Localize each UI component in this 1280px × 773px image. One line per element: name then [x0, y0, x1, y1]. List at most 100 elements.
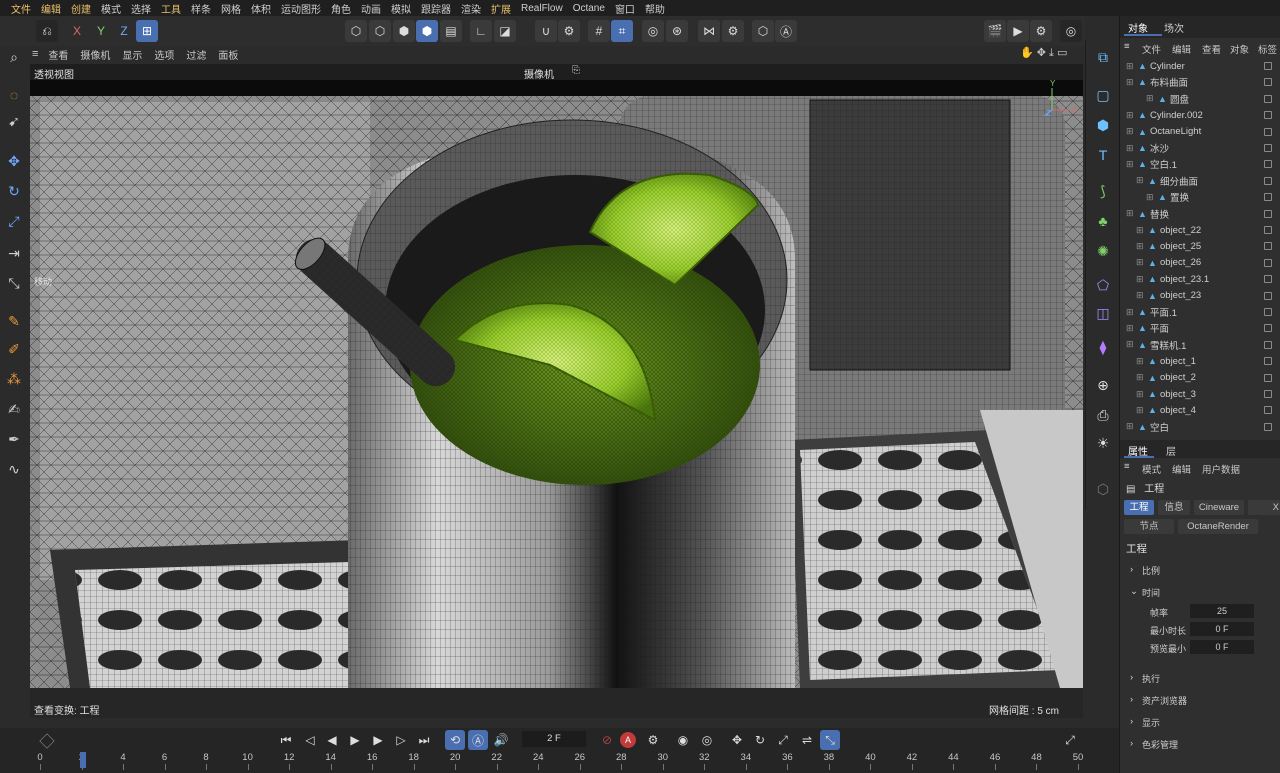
timeline-mode-icon[interactable]: Ⓐ [468, 730, 488, 750]
camera-link-icon[interactable]: ⎘ [572, 65, 580, 76]
expand-icon[interactable]: ⊞ [1136, 405, 1144, 416]
object-row[interactable]: ⊞ ▲ 替换 [1120, 206, 1280, 222]
transfer-tool-icon[interactable]: ⇥ [3, 242, 25, 264]
expand-icon[interactable]: ⊞ [1126, 143, 1134, 154]
menu-item-13[interactable]: 跟踪器 [416, 1, 456, 16]
visibility-toggle[interactable] [1264, 340, 1272, 349]
viewport-menu-item-3[interactable]: 选项 [148, 47, 180, 62]
expand-icon[interactable]: ⊞ [1146, 192, 1154, 203]
menu-item-16[interactable]: RealFlow [516, 3, 568, 14]
points-mode-icon[interactable]: ⬡ [369, 20, 391, 42]
camera-icon[interactable]: ⎙ [1092, 404, 1114, 426]
hamburger-icon[interactable]: ≡ [1124, 41, 1130, 52]
fps-input[interactable]: 25 [1190, 604, 1254, 618]
visibility-toggle[interactable] [1264, 308, 1272, 316]
next-frame-icon[interactable]: ▶ [368, 730, 388, 750]
expand-icon[interactable]: ⊞ [1136, 290, 1144, 301]
menu-item-10[interactable]: 角色 [326, 1, 356, 16]
rectangle-spline-icon[interactable]: ▢ [1092, 84, 1114, 106]
expand-icon[interactable]: ⊞ [1126, 208, 1134, 219]
om-menu-object[interactable]: 对象 [1230, 42, 1249, 56]
expand-icon[interactable]: ⊞ [1146, 93, 1154, 104]
visibility-toggle[interactable] [1264, 324, 1272, 333]
viewport-menu-item-2[interactable]: 显示 [116, 47, 148, 62]
om-menu-view[interactable]: 查看 [1202, 42, 1221, 56]
object-row[interactable]: ⊞ ▲ object_1 [1120, 353, 1280, 369]
playhead[interactable] [80, 752, 86, 768]
group-color-management[interactable]: › 色彩管理 [1120, 734, 1280, 754]
expand-icon[interactable]: ⊞ [1136, 257, 1144, 268]
viewport-menu-item-1[interactable]: 摄像机 [74, 47, 116, 62]
visibility-toggle[interactable] [1264, 94, 1272, 103]
cloner-icon[interactable]: ♣ [1092, 210, 1114, 232]
attr-menu-edit[interactable]: 编辑 [1172, 462, 1191, 476]
expand-icon[interactable]: ⊞ [1136, 225, 1144, 236]
sketch-tool-icon[interactable]: ✐ [3, 338, 25, 360]
play-icon[interactable]: ▶ [345, 730, 365, 750]
visibility-toggle[interactable] [1264, 258, 1272, 267]
object-row[interactable]: ⊞ ▲ 冰沙 [1120, 140, 1280, 156]
deformer-icon[interactable]: ⬠ [1092, 274, 1114, 296]
object-row[interactable]: ⊞ ▲ object_2 [1120, 370, 1280, 386]
viewport-navigation-icons[interactable]: ✋ ✥ ⤓ ▭ [1020, 46, 1067, 60]
expand-icon[interactable]: ⊞ [1126, 159, 1134, 170]
placement-tool-icon[interactable]: ⤡ [3, 272, 25, 294]
expand-icon[interactable]: ⊞ [1126, 110, 1134, 121]
visibility-toggle[interactable] [1264, 275, 1272, 284]
rotate-key-icon[interactable]: ↻ [750, 730, 770, 750]
bend-icon[interactable]: ◫ [1092, 302, 1114, 324]
object-row[interactable]: ⊞ ▲ Cylinder.002 [1120, 107, 1280, 123]
expand-icon[interactable]: ⊞ [1126, 421, 1134, 432]
object-row[interactable]: ⊞ ▲ OctaneLight [1120, 124, 1280, 140]
object-row[interactable]: ⊞ ▲ 置换 [1120, 189, 1280, 205]
visibility-toggle[interactable] [1264, 176, 1272, 185]
pla-key-icon[interactable]: ⤡ [820, 730, 840, 750]
camera-label[interactable]: 摄像机 [524, 66, 554, 81]
expand-icon[interactable]: ⊞ [1126, 61, 1134, 72]
visibility-toggle[interactable] [1264, 406, 1272, 415]
rotation-key-icon[interactable]: ◎ [697, 730, 717, 750]
uv-mode-icon[interactable]: ▤ [440, 20, 462, 42]
param-key-icon[interactable]: ⇌ [797, 730, 817, 750]
visibility-toggle[interactable] [1264, 242, 1272, 251]
loop-icon[interactable]: ⟲ [445, 730, 465, 750]
go-to-start-icon[interactable]: ⏮ [276, 730, 296, 750]
menu-item-5[interactable]: 工具 [156, 1, 186, 16]
current-frame-field[interactable]: 2 F [522, 731, 586, 747]
om-menu-tags[interactable]: 标签 [1258, 42, 1277, 56]
next-key-icon[interactable]: ▷ [391, 730, 411, 750]
expand-icon[interactable]: ⊞ [1136, 389, 1144, 400]
tab-layers[interactable]: 层 [1166, 443, 1176, 458]
axis-z-button[interactable]: Z [113, 20, 135, 42]
axis-mode-icon[interactable]: ∟ [470, 20, 492, 42]
min-time-input[interactable]: 0 F [1190, 622, 1254, 636]
object-row[interactable]: ⊞ ▲ 布料曲面 [1120, 74, 1280, 90]
object-row[interactable]: ⊞ ▲ 细分曲面 [1120, 173, 1280, 189]
render-view-icon[interactable]: 🎬 [984, 20, 1006, 42]
solo-auto-icon[interactable]: Ⓐ [775, 20, 797, 42]
object-row[interactable]: ⊞ ▲ object_26 [1120, 255, 1280, 271]
group-asset-browser[interactable]: › 资产浏览器 [1120, 690, 1280, 710]
rotate-tool-icon[interactable]: ↻ [3, 180, 25, 202]
viewport-menu-item-5[interactable]: 面板 [212, 47, 244, 62]
viewport-menu-item-0[interactable]: 查看 [42, 47, 74, 62]
symmetry-settings-icon[interactable]: ⚙ [722, 20, 744, 42]
paint-tool-icon[interactable]: ⁂ [3, 368, 25, 390]
environment-icon[interactable]: ⊕ [1092, 374, 1114, 396]
visibility-toggle[interactable] [1264, 373, 1272, 382]
group-scale[interactable]: › 比例 [1120, 560, 1280, 580]
object-row[interactable]: ⊞ ▲ 平面.1 [1120, 304, 1280, 320]
smooth-tool-icon[interactable]: ∿ [3, 458, 25, 480]
select-tool-icon[interactable]: ➹ [3, 110, 25, 132]
attr-tab-project[interactable]: 工程 [1124, 500, 1154, 515]
object-row[interactable]: ⊞ ▲ object_22 [1120, 222, 1280, 238]
menu-item-8[interactable]: 体积 [246, 1, 276, 16]
visibility-toggle[interactable] [1264, 357, 1272, 366]
previous-frame-icon[interactable]: ◀ [322, 730, 342, 750]
previous-key-icon[interactable]: ◁ [300, 730, 320, 750]
tab-objects[interactable]: 对象 [1128, 20, 1148, 35]
object-row[interactable]: ⊞ ▲ object_4 [1120, 402, 1280, 418]
live-selection-icon[interactable]: ◌ [3, 84, 25, 106]
edges-mode-icon[interactable]: ⬢ [393, 20, 415, 42]
visibility-toggle[interactable] [1264, 111, 1272, 120]
